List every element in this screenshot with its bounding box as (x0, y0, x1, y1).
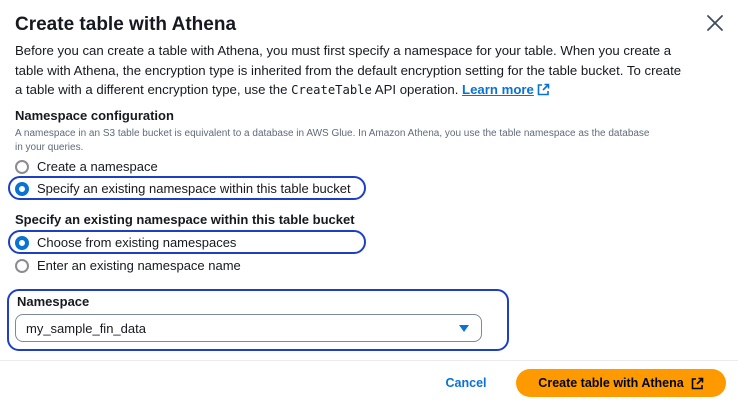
create-table-with-athena-button[interactable]: Create table with Athena (516, 369, 726, 397)
learn-more-label: Learn more (462, 82, 534, 97)
namespace-config-label: Namespace configuration (15, 108, 174, 123)
radio-create-namespace-label: Create a namespace (37, 159, 158, 174)
external-link-icon (691, 377, 704, 389)
intro-line-3-post: API operation. (371, 82, 463, 97)
caret-down-icon[interactable] (459, 325, 469, 332)
create-table-button-label: Create table with Athena (538, 376, 684, 390)
create-table-dialog: Create table with Athena Before you can … (0, 0, 738, 408)
namespace-config-description-line-1: A namespace in an S3 table bucket is equ… (15, 128, 650, 139)
radio-choose-existing-circle[interactable] (15, 235, 29, 250)
namespace-field-label: Namespace (17, 294, 90, 309)
intro-line-1: Before you can create a table with Athen… (15, 43, 672, 58)
radio-specify-existing-namespace[interactable]: Specify an existing namespace within thi… (15, 179, 351, 198)
footer-divider (0, 360, 738, 361)
namespace-select-value: my_sample_fin_data (26, 320, 146, 336)
namespace-select[interactable]: my_sample_fin_data (15, 314, 482, 342)
intro-line-2: table with Athena, the encryption type i… (15, 62, 682, 78)
learn-more-link[interactable]: Learn more (462, 82, 534, 97)
external-link-icon[interactable] (537, 83, 550, 96)
existing-namespace-label: Specify an existing namespace within thi… (15, 212, 355, 227)
radio-enter-namespace-label: Enter an existing namespace name (37, 258, 241, 273)
intro-line-3-pre: a table with a different encryption type… (15, 82, 292, 97)
radio-choose-existing-label: Choose from existing namespaces (37, 235, 237, 250)
dialog-title: Create table with Athena (15, 14, 237, 35)
cancel-button-label: Cancel (445, 376, 487, 390)
radio-enter-namespace-name[interactable]: Enter an existing namespace name (15, 256, 241, 275)
intro-line-3: a table with a different encryption type… (15, 80, 705, 101)
close-icon[interactable] (704, 12, 726, 34)
radio-choose-existing[interactable]: Choose from existing namespaces (15, 233, 236, 252)
dialog-intro: Before you can create a table with Athen… (15, 41, 705, 101)
radio-enter-namespace-circle[interactable] (15, 258, 29, 273)
radio-create-namespace-circle[interactable] (15, 159, 29, 174)
namespace-config-description-line-2: in your queries. (15, 141, 84, 153)
radio-specify-existing-label: Specify an existing namespace within thi… (37, 181, 351, 196)
create-table-code: CreateTable (291, 83, 372, 97)
radio-create-namespace[interactable]: Create a namespace (15, 157, 158, 176)
namespace-config-description: A namespace in an S3 table bucket is equ… (15, 127, 725, 154)
radio-specify-existing-circle[interactable] (15, 181, 29, 196)
cancel-button[interactable]: Cancel (438, 372, 494, 394)
